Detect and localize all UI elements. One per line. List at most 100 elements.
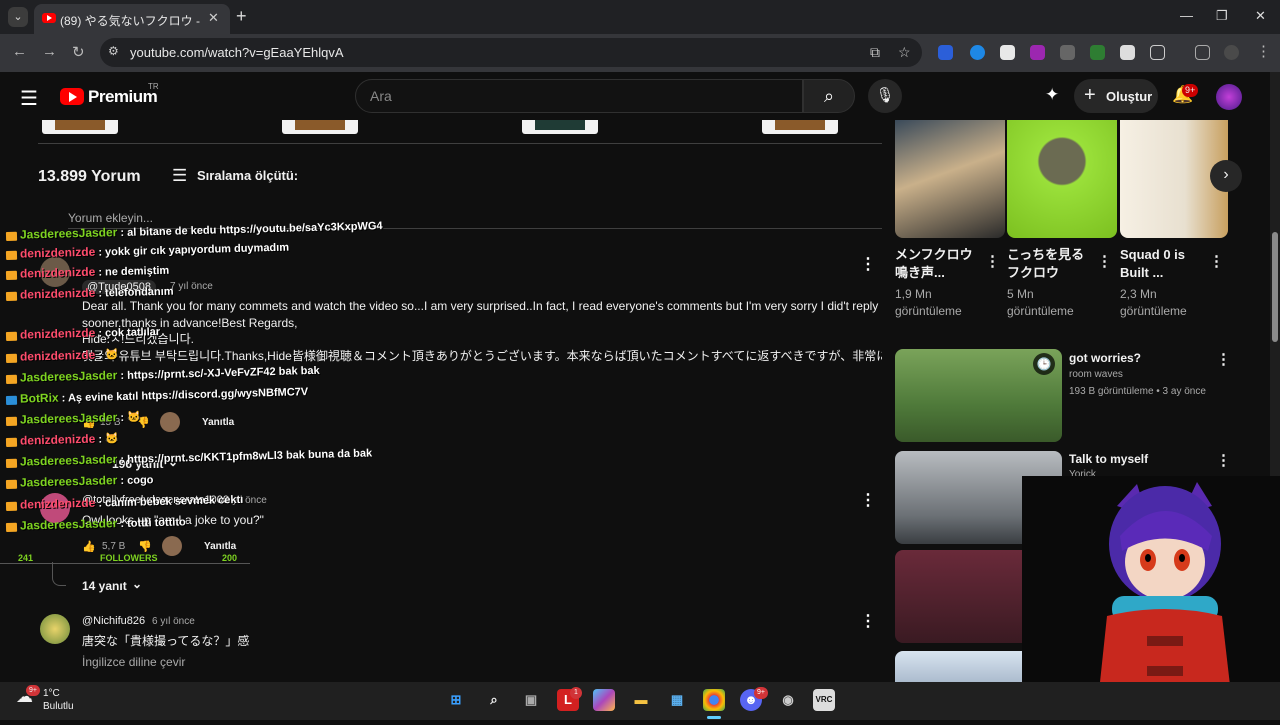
short-title[interactable]: こっちを見るフクロウ: [1007, 246, 1097, 282]
short-thumbnail[interactable]: [1007, 120, 1117, 238]
channel-name[interactable]: Yorick: [1069, 469, 1096, 476]
dislike-icon[interactable]: 👎: [138, 540, 152, 553]
chat-username: denizdenizde: [19, 244, 96, 261]
close-window-button[interactable]: ✕: [1255, 8, 1266, 24]
create-button[interactable]: + Oluştur: [1074, 79, 1158, 113]
microsoft-365-icon[interactable]: [593, 689, 615, 711]
followers-count-left: 241: [18, 553, 34, 563]
like-icon[interactable]: 👍: [82, 540, 96, 553]
comment-author[interactable]: @Nichifu826: [82, 615, 145, 627]
install-app-icon[interactable]: ⧉: [870, 44, 880, 61]
weather-temperature[interactable]: 1°C: [43, 688, 60, 699]
extension-m-icon[interactable]: [1120, 45, 1135, 60]
chat-text: : yokk gir cık yapıyordum duymadım: [98, 241, 290, 259]
short-views: 1,9 Mn görüntüleme: [895, 287, 962, 318]
microphone-icon[interactable]: 🎙: [868, 79, 902, 113]
extension-purple-icon[interactable]: [1030, 45, 1045, 60]
obs-icon[interactable]: ◉: [777, 689, 799, 711]
search-icon[interactable]: ⌕: [803, 79, 855, 113]
channel-name[interactable]: room waves: [1069, 369, 1123, 380]
search-input[interactable]: Ara: [355, 79, 803, 113]
short-more-icon[interactable]: ⋮: [1209, 252, 1224, 270]
video-card-thumbnail[interactable]: [762, 120, 838, 134]
short-thumbnail[interactable]: [895, 120, 1005, 238]
extension-blue-icon[interactable]: [970, 45, 985, 60]
chat-text: : 🐱: [120, 411, 142, 425]
video-more-icon[interactable]: ⋮: [1216, 350, 1231, 368]
comment-more-icon[interactable]: ⋮: [860, 490, 876, 510]
browser-menu-icon[interactable]: ⋮: [1256, 42, 1271, 60]
video-title[interactable]: got worries?: [1069, 351, 1141, 365]
bookmark-star-icon[interactable]: ☆: [898, 44, 911, 61]
scrollbar-thumb[interactable]: [1272, 232, 1278, 342]
ask-gemini-icon[interactable]: ✦: [1045, 85, 1059, 105]
extension-glasses-icon[interactable]: [1060, 45, 1075, 60]
reply-button[interactable]: Yanıtla: [202, 417, 234, 428]
chat-username: denizdenizde: [19, 347, 96, 364]
chevron-right-icon[interactable]: ›: [1210, 160, 1242, 192]
microsoft-store-icon[interactable]: ▦: [666, 689, 688, 711]
youtube-premium-logo[interactable]: Premium: [88, 87, 158, 107]
chat-username: BotRix: [19, 390, 59, 406]
windows-start-icon[interactable]: ⊞: [445, 689, 467, 711]
extension-audio-icon[interactable]: [938, 45, 953, 60]
video-card-thumbnail[interactable]: [42, 120, 118, 134]
sort-button[interactable]: Sıralama ölçütü:: [197, 168, 298, 183]
extension-green-icon[interactable]: [1090, 45, 1105, 60]
chat-username: JasdereesJasder: [19, 473, 118, 490]
chat-username: JasdereesJasder: [19, 410, 118, 427]
extensions-puzzle-icon[interactable]: [1150, 45, 1165, 60]
translate-link[interactable]: İngilizce diline çevir: [82, 655, 185, 669]
reload-icon[interactable]: ↻: [72, 43, 85, 61]
extension-window-icon[interactable]: [1000, 45, 1015, 60]
video-more-icon[interactable]: ⋮: [1216, 451, 1231, 469]
comment-more-icon[interactable]: ⋮: [860, 611, 876, 631]
video-card-thumbnail[interactable]: [522, 120, 598, 134]
replies-toggle[interactable]: 14 yanıt: [82, 579, 127, 593]
comment-text: 댓글의 유튜브 부탁드립니다.Thanks,Hide皆様御視聴＆コメント頂きあり…: [82, 349, 882, 363]
chat-text: : 🐱: [98, 349, 119, 362]
maximize-button[interactable]: ❐: [1216, 8, 1228, 24]
url-text[interactable]: youtube.com/watch?v=gEaaYEhlqvA: [130, 45, 344, 60]
avatar[interactable]: [1216, 84, 1242, 110]
video-card-thumbnail[interactable]: [282, 120, 358, 134]
sort-icon[interactable]: ☰: [172, 166, 187, 186]
tab-search-button[interactable]: ⌄: [8, 7, 28, 27]
tab-close-button[interactable]: ✕: [208, 10, 219, 26]
address-bar[interactable]: ⚙ youtube.com/watch?v=gEaaYEhlqvA ⧉ ☆: [100, 38, 922, 67]
profile-icon[interactable]: [1224, 45, 1239, 60]
reading-list-icon[interactable]: [1195, 45, 1210, 60]
chrome-icon[interactable]: [703, 689, 725, 711]
browser-tab[interactable]: (89) やる気ないフクロウ - YouTube ✕: [34, 4, 230, 34]
forward-icon[interactable]: →: [42, 43, 57, 60]
site-info-icon[interactable]: ⚙: [108, 44, 119, 58]
chat-text: : tottti tottito: [120, 516, 186, 531]
back-icon[interactable]: ←: [12, 43, 27, 60]
menu-icon[interactable]: ☰: [20, 86, 38, 111]
avatar[interactable]: [40, 614, 70, 644]
short-more-icon[interactable]: ⋮: [985, 252, 1000, 270]
youtube-logo-icon[interactable]: [60, 88, 84, 105]
chat-text: : al bitane de kedu https://youtu.be/saY…: [120, 220, 383, 240]
add-comment-input[interactable]: Yorum ekleyin...: [68, 211, 153, 225]
comment-more-icon[interactable]: ⋮: [860, 254, 876, 274]
video-title[interactable]: Talk to myself: [1069, 452, 1148, 466]
task-view-icon[interactable]: ▣: [520, 689, 542, 711]
chat-message: JasdereesJasder : cogo: [5, 472, 154, 492]
search-icon[interactable]: ⌕: [483, 689, 505, 711]
minimize-button[interactable]: —: [1180, 8, 1193, 23]
short-title[interactable]: Squad 0 is Built ...: [1120, 246, 1210, 282]
short-more-icon[interactable]: ⋮: [1097, 252, 1112, 270]
new-tab-button[interactable]: +: [236, 6, 247, 27]
chevron-down-icon[interactable]: ⌄: [132, 577, 142, 591]
weather-condition[interactable]: Bulutlu: [43, 701, 74, 712]
vrchat-icon[interactable]: VRC: [813, 689, 835, 711]
short-title[interactable]: メンフクロウ鳴き声...: [895, 246, 985, 282]
reply-button[interactable]: Yanıtla: [204, 541, 236, 552]
comment-time[interactable]: 7 yıl önce: [170, 281, 213, 292]
active-app-indicator: [707, 716, 721, 719]
chat-text: : cogo: [120, 474, 154, 488]
file-explorer-icon[interactable]: ▬: [630, 689, 652, 711]
watch-later-clock-icon[interactable]: 🕒: [1033, 353, 1055, 375]
comment-time[interactable]: 6 yıl önce: [152, 616, 195, 627]
